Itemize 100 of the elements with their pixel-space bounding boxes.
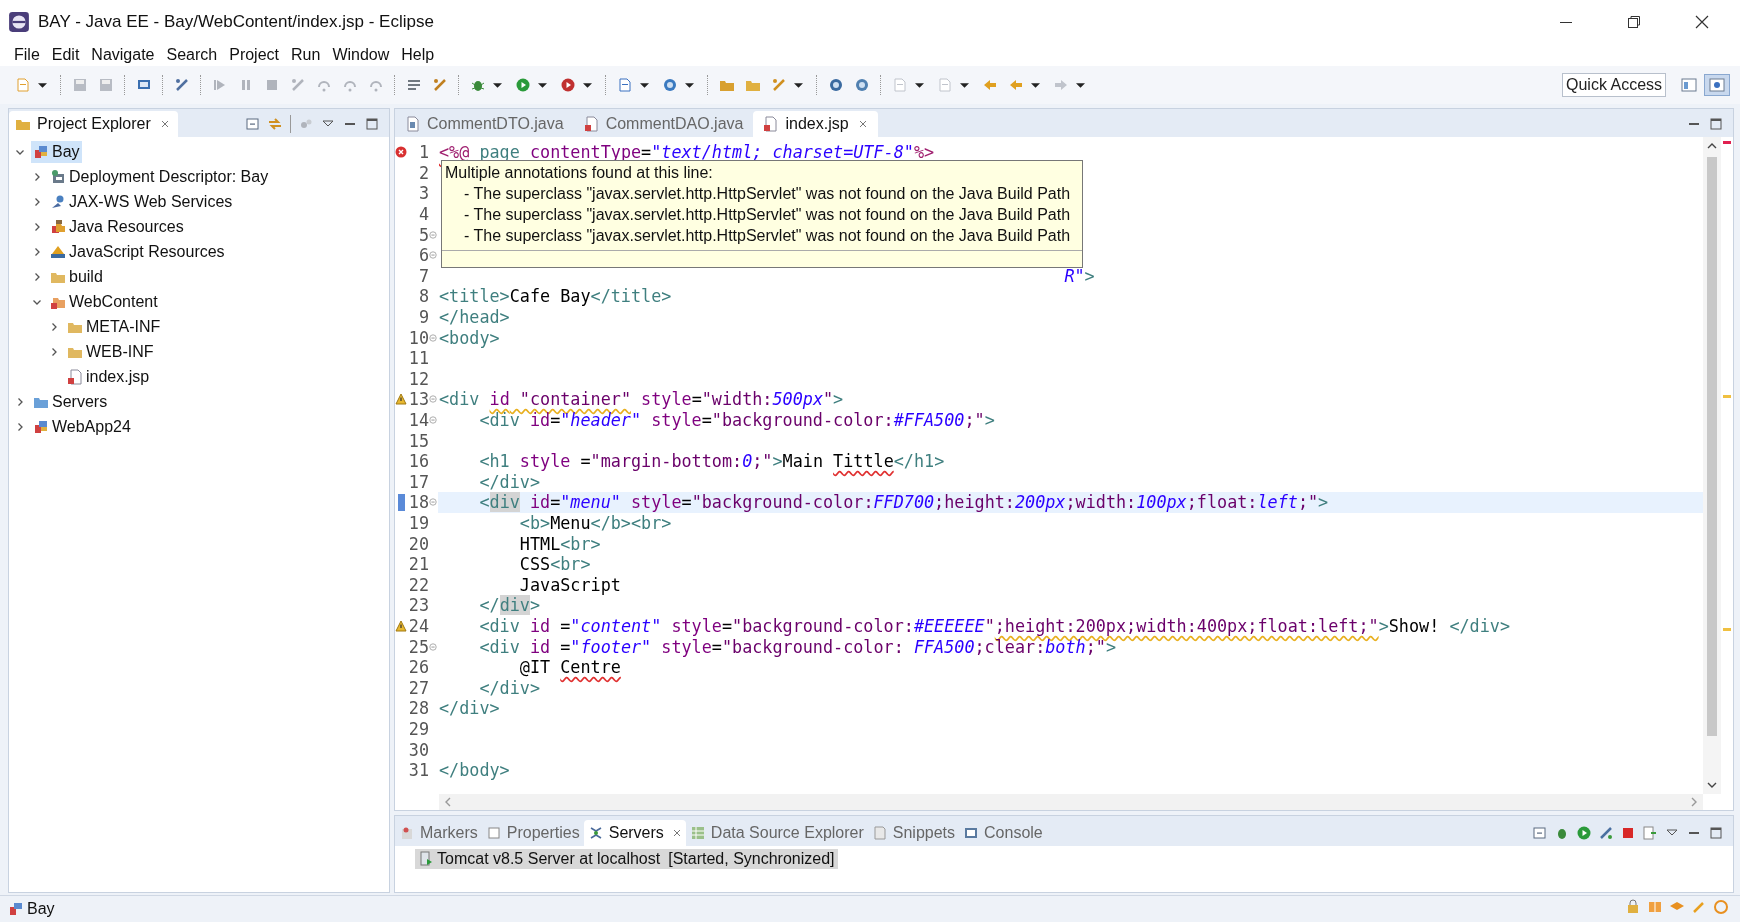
code-line: <title>Cafe Bay</title>	[439, 286, 672, 307]
tree-item[interactable]: WebContent	[48, 290, 160, 313]
back-icon[interactable]	[1008, 77, 1024, 93]
view-tab[interactable]: Properties	[481, 820, 584, 846]
code-line: </head>	[439, 307, 510, 328]
play-icon[interactable]	[515, 77, 531, 93]
perspective-icon[interactable]	[1681, 77, 1697, 93]
profile-icon[interactable]	[1598, 825, 1614, 841]
tree-item[interactable]: META-INF	[65, 315, 163, 338]
horizontal-scrollbar[interactable]	[439, 794, 1703, 810]
code-line: </div>	[478, 677, 541, 698]
dropdown-caret-icon[interactable]	[685, 80, 694, 90]
run-tool-icon[interactable]	[560, 77, 576, 93]
server-icon	[418, 851, 434, 867]
editor-tab[interactable]: index.jsp	[753, 111, 878, 137]
tooltip-item: - The superclass "javax.servlet.http.HttpServlet" was not found on the Java Build Path	[463, 226, 1072, 246]
new-file-icon[interactable]	[15, 77, 31, 93]
menu-item[interactable]: Edit	[45, 46, 86, 64]
line-number: 25	[407, 636, 429, 657]
java-resources-icon	[50, 218, 66, 235]
descriptor-icon	[50, 168, 66, 185]
menu-item[interactable]: Search	[160, 46, 224, 64]
maximize-icon[interactable]	[1708, 825, 1724, 841]
quick-access-field[interactable]: Quick Access	[1562, 73, 1666, 97]
dropdown-caret-icon[interactable]	[583, 80, 592, 90]
dropdown-caret-icon[interactable]	[38, 80, 47, 90]
tree-item[interactable]: Servers	[31, 390, 110, 413]
view-tab[interactable]: Markers	[395, 820, 482, 846]
back-icon[interactable]	[982, 77, 998, 93]
tree-item[interactable]: build	[48, 265, 105, 288]
list-icon[interactable]	[406, 77, 422, 93]
code-line: </div>	[439, 698, 500, 719]
line-number: 18	[407, 492, 429, 513]
stop-icon[interactable]	[1620, 825, 1636, 841]
restore-icon[interactable]	[1626, 14, 1642, 30]
dropdown-caret-icon[interactable]	[493, 80, 502, 90]
scroll-left-icon[interactable]	[443, 797, 453, 807]
code-line: <b>Menu</b><br>	[518, 513, 672, 533]
tooltip-item: - The superclass "javax.servlet.http.HttpServlet" was not found on the Java Build Path	[463, 184, 1072, 204]
tree-item[interactable]: JavaScript Resources	[48, 240, 227, 263]
tree-item[interactable]: Java Resources	[48, 215, 186, 238]
new-server-icon[interactable]	[617, 77, 633, 93]
close-icon[interactable]	[1694, 14, 1710, 30]
tree-item[interactable]: Bay	[31, 140, 82, 163]
menu-item[interactable]: Navigate	[85, 46, 161, 64]
vertical-scrollbar[interactable]	[1703, 137, 1721, 794]
line-number: 3	[417, 183, 429, 204]
line-number: 14	[407, 410, 429, 430]
dropdown-caret-icon[interactable]	[1031, 80, 1040, 90]
menu-item[interactable]: Project	[223, 46, 285, 64]
window-title: BAY - Java EE - Bay/WebContent/index.jsp - Eclipse	[38, 12, 434, 32]
scroll-up-icon[interactable]	[1707, 141, 1717, 151]
scroll-down-icon[interactable]	[1707, 780, 1717, 790]
view-tab[interactable]: Servers	[583, 820, 686, 846]
dropdown-caret-icon[interactable]	[915, 80, 924, 90]
dropdown-caret-icon[interactable]	[794, 80, 803, 90]
pencil-icon[interactable]	[771, 77, 787, 93]
editor-tab[interactable]: CommentDTO.java	[395, 111, 574, 137]
line-number: 9	[417, 307, 429, 328]
menu-item[interactable]: Run	[285, 46, 327, 64]
code-line: @IT Centre	[518, 657, 621, 678]
play-icon[interactable]	[1576, 825, 1592, 841]
editor-tab[interactable]: CommentDAO.java	[573, 111, 754, 137]
server-row[interactable]: Tomcat v8.5 Server at localhost [Started, Synchronized]	[415, 849, 838, 869]
dropdown-caret-icon[interactable]	[538, 80, 547, 90]
scroll-right-icon[interactable]	[1689, 797, 1699, 807]
maximize-icon[interactable]	[364, 116, 380, 132]
tree-item[interactable]: Deployment Descriptor: Bay	[48, 165, 271, 188]
publish-icon[interactable]	[1642, 825, 1658, 841]
code-line: <div id="menu" style="background-color:FFD700;height:200px;width:100px;float:left;">	[478, 492, 1329, 513]
code-line: </body>	[439, 760, 510, 781]
tree-item[interactable]: WEB-INF	[65, 340, 156, 363]
line-number: 11	[407, 348, 429, 369]
tooltip-title: Multiple annotations found at this line:	[444, 163, 714, 183]
menu-item[interactable]: Help	[395, 46, 441, 64]
menu-item[interactable]: Window	[326, 46, 396, 64]
project-explorer-tab[interactable]: Project Explorer	[9, 111, 178, 137]
dropdown-caret-icon[interactable]	[640, 80, 649, 90]
collapse-all-icon[interactable]	[245, 116, 261, 132]
tree-item[interactable]: index.jsp	[65, 365, 152, 388]
dropdown-caret-icon[interactable]	[960, 80, 969, 90]
code-line: <h1 style ="margin-bottom:0;">Main Tittle</h1>	[478, 451, 945, 472]
code-line: <div id ="content" style="background-color:#EEEEEE";height:200px;width:400px;float:left;">Show! </div>	[478, 615, 1510, 636]
dropdown-caret-icon[interactable]	[1076, 80, 1085, 90]
line-number: 26	[407, 657, 429, 678]
menu-item[interactable]: File	[8, 46, 46, 64]
tree-item[interactable]: JAX-WS Web Services	[48, 190, 235, 213]
collapse-all-icon[interactable]	[1532, 825, 1548, 841]
lock-icon[interactable]	[1625, 898, 1641, 915]
line-number: 27	[407, 677, 429, 698]
view-tab[interactable]: Console	[959, 820, 1047, 846]
tree-item[interactable]: WebApp24	[31, 415, 133, 438]
view-tab[interactable]: Snippets	[867, 820, 960, 846]
maximize-icon[interactable]	[1708, 116, 1724, 132]
link-editor-icon[interactable]	[267, 116, 283, 132]
file-icon	[405, 116, 421, 132]
code-line: CSS<br>	[518, 554, 591, 575]
wand-icon[interactable]	[432, 77, 448, 93]
perspective-button[interactable]	[1704, 74, 1730, 96]
view-tab[interactable]: Data Source Explorer	[685, 820, 868, 846]
